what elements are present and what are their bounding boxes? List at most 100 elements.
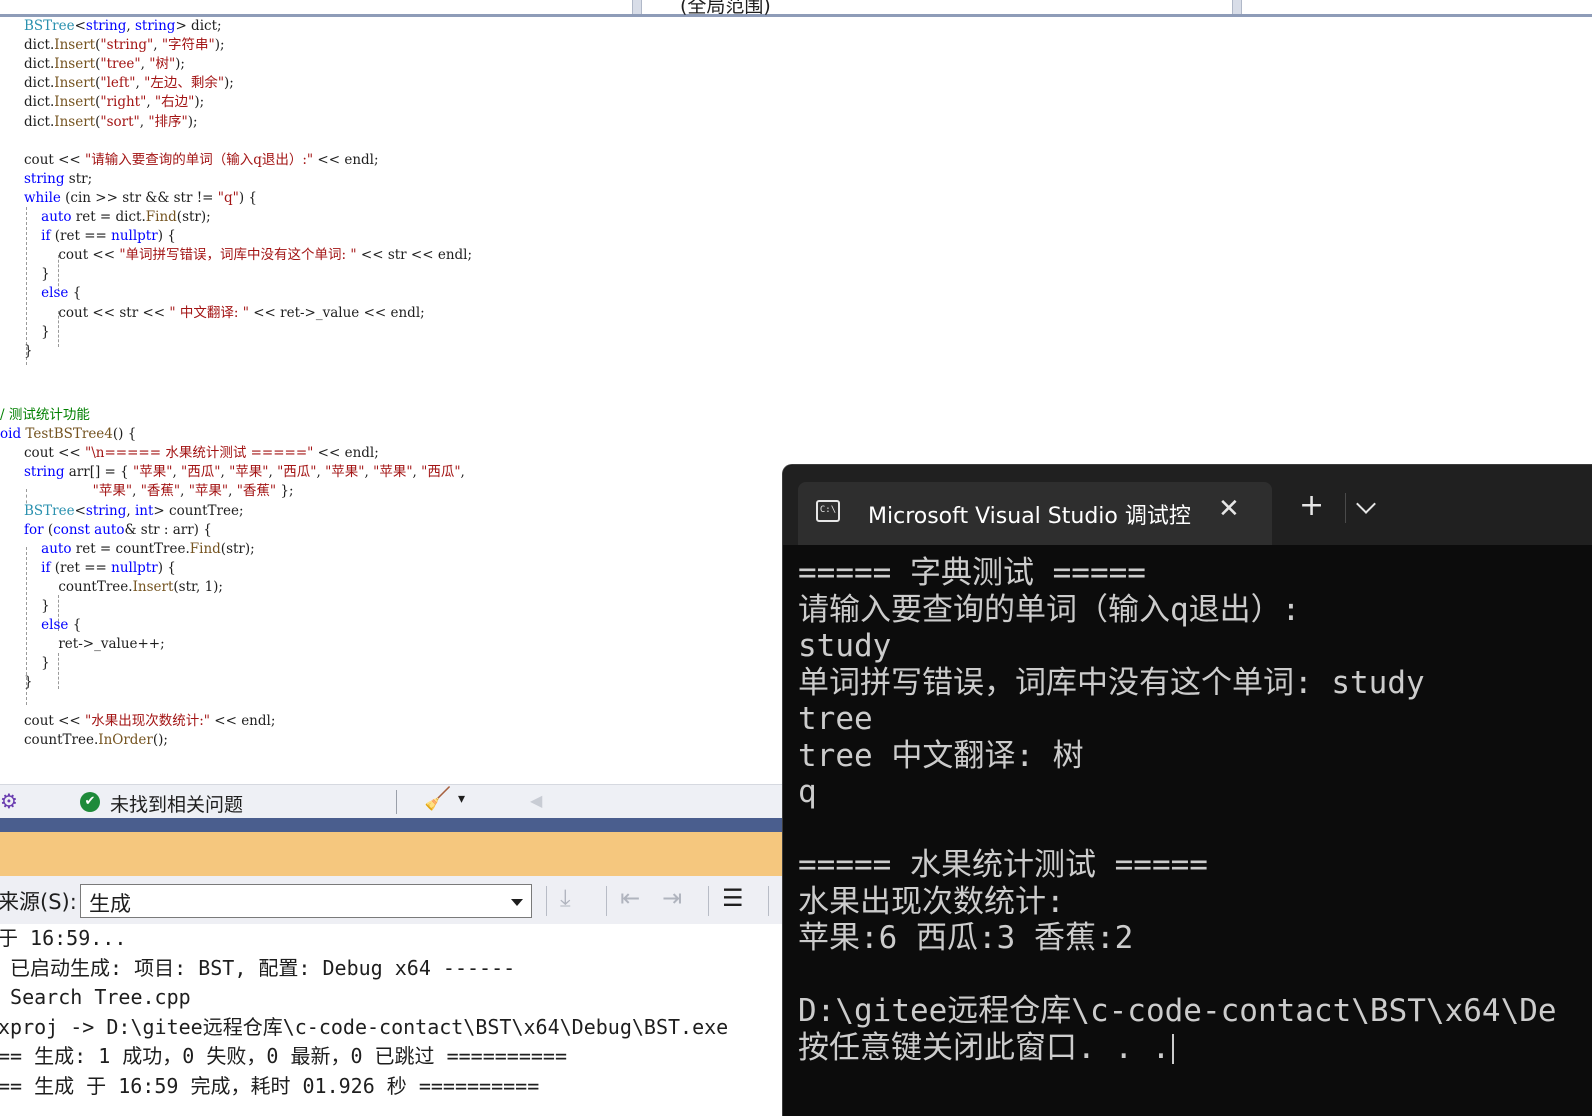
code-token: , xyxy=(135,75,145,92)
code-token: "字符串" xyxy=(161,37,215,54)
code-token: "right" xyxy=(100,94,147,111)
code-line: dict.Insert("sort", "排序"); xyxy=(24,113,198,132)
terminal-output[interactable]: ===== 字典测试 ===== 请输入要查询的单词（输入q退出）: study 单词… xyxy=(783,545,1592,1117)
issues-status[interactable]: 未找到相关问题 xyxy=(110,790,243,817)
code-token: , xyxy=(460,464,465,481)
code-line: else { xyxy=(24,284,81,303)
code-token: "苹果" xyxy=(188,483,229,500)
code-token: "香蕉" xyxy=(236,483,277,500)
code-token: << xyxy=(58,151,86,168)
code-line: } xyxy=(24,654,50,673)
close-icon[interactable]: ✕ xyxy=(1218,494,1240,524)
terminal-line: 单词拼写错误，词库中没有这个单词: study xyxy=(798,665,1425,701)
console-icon: C:\ xyxy=(816,500,840,522)
code-token: ); xyxy=(194,94,205,111)
code-token: ) { xyxy=(238,189,257,206)
code-line: countTree.Insert(str, 1); xyxy=(24,578,223,597)
code-line: dict.Insert("right", "右边"); xyxy=(24,93,204,112)
next-message-icon[interactable]: ⇥ xyxy=(662,884,682,912)
code-token: string xyxy=(24,170,65,187)
copilot-icon[interactable]: ⚙ xyxy=(0,789,18,813)
chevron-down-icon[interactable] xyxy=(1356,494,1376,514)
previous-message-icon[interactable]: ⇤ xyxy=(620,884,640,912)
code-line: cout << str << " 中文翻译: " << ret->_value … xyxy=(24,304,425,323)
debug-console-window[interactable]: C:\ Microsoft Visual Studio 调试控 ✕ + ====… xyxy=(782,464,1592,1116)
code-token: TestBSTree4 xyxy=(25,426,113,443)
code-token: ( xyxy=(43,521,54,538)
terminal-line: 水果出现次数统计: xyxy=(798,884,1065,920)
code-token: << endl; xyxy=(209,712,276,729)
output-source-select[interactable]: 生成 xyxy=(80,884,532,918)
code-token: BSTree xyxy=(24,18,75,34)
code-token: "苹果" xyxy=(229,464,269,481)
panel-divider xyxy=(0,818,792,832)
code-token: Insert xyxy=(54,37,96,54)
output-line: 于 16:59... xyxy=(0,926,127,950)
code-token: << ret->_value << endl; xyxy=(248,304,425,321)
new-tab-icon[interactable]: + xyxy=(1299,491,1324,521)
terminal-line-text: D:\gitee远程仓库\c-code-contact\BST\x64\De xyxy=(798,993,1557,1029)
code-token: ); xyxy=(214,37,225,54)
terminal-line-text: q xyxy=(798,774,817,810)
code-line: cout << "单词拼写错误，词库中没有这个单词: " << str << e… xyxy=(24,246,472,265)
code-token: (str); xyxy=(176,209,211,225)
code-token: ); xyxy=(187,113,198,130)
code-editor[interactable]: BSTree<string, string> dict; dict.Insert(… xyxy=(0,17,800,797)
code-line: cout << "请输入要查询的单词（输入q退出）:" << endl; xyxy=(24,151,379,170)
code-token: cout << xyxy=(24,445,86,462)
code-cleanup-icon[interactable]: 🧹 xyxy=(424,787,451,812)
terminal-tab[interactable]: C:\ Microsoft Visual Studio 调试控 ✕ xyxy=(798,482,1272,545)
code-line: cout << "\n===== 水果统计测试 =====" << endl; xyxy=(24,444,379,463)
code-token: dict. xyxy=(24,56,55,73)
status-divider xyxy=(396,790,397,814)
code-line: dict.Insert("left", "左边、剩余"); xyxy=(24,74,234,93)
indent-guide xyxy=(58,653,59,689)
code-token: ); xyxy=(175,56,185,73)
code-token: } xyxy=(24,266,50,283)
code-token: "\n===== 水果统计测试 =====" xyxy=(85,445,314,462)
output-text[interactable]: 于 16:59... 已启动生成: 项目: BST, 配置: Debug x64… xyxy=(0,924,792,1116)
clear-all-icon[interactable]: ☰ xyxy=(722,884,744,912)
code-line: } xyxy=(24,342,33,361)
code-token: auto xyxy=(41,209,72,225)
code-token: } xyxy=(24,655,50,672)
scope-dropdown[interactable]: (全局范围) xyxy=(680,0,771,18)
code-token: { xyxy=(68,285,82,302)
terminal-line: tree xyxy=(798,701,873,737)
code-token: "苹果" xyxy=(92,483,133,500)
chevron-down-icon[interactable]: ▾ xyxy=(458,791,465,807)
terminal-line-text: ===== 字典测试 ===== xyxy=(798,555,1146,591)
code-line: cout << "水果出现次数统计:" << endl; xyxy=(24,712,275,731)
toolbar-separator xyxy=(606,886,607,916)
code-token: , xyxy=(228,483,237,500)
code-line: while (cin >> str && str != "q") { xyxy=(24,189,257,208)
code-token: else xyxy=(41,285,69,302)
terminal-line: tree 中文翻译: 树 xyxy=(798,738,1084,774)
code-line: BSTree<string, string> dict; xyxy=(24,17,222,36)
terminal-title-bar: C:\ Microsoft Visual Studio 调试控 ✕ + xyxy=(783,465,1592,545)
editor-status-bar: ⚙ ✔ 未找到相关问题 🧹 ▾ ◀ xyxy=(0,784,792,819)
code-line: BSTree<string, int> countTree; xyxy=(24,502,244,521)
code-token: Insert xyxy=(54,113,96,130)
find-message-icon[interactable]: ⤓ xyxy=(560,884,571,912)
code-token: nullptr xyxy=(111,559,158,576)
terminal-line: q xyxy=(798,774,817,810)
code-line: countTree.InOrder(); xyxy=(24,731,168,750)
terminal-line: 苹果:6 西瓜:3 香蕉:2 xyxy=(798,920,1133,956)
code-token: , xyxy=(146,94,155,111)
code-token: , xyxy=(126,502,135,519)
terminal-tab-title: Microsoft Visual Studio 调试控 xyxy=(868,504,1191,529)
code-line: / 测试统计功能 xyxy=(0,406,90,425)
code-token: string xyxy=(24,464,65,481)
toolbar-separator xyxy=(708,886,709,916)
code-token: & str : arr) { xyxy=(124,521,212,538)
code-token: cout << str << xyxy=(24,304,170,321)
terminal-line-text: 按任意键关闭此窗口. . . xyxy=(798,1029,1171,1066)
code-token: int xyxy=(134,502,154,519)
terminal-line-text: 苹果:6 西瓜:3 香蕉:2 xyxy=(798,920,1134,956)
code-token: " 中文翻译: " xyxy=(169,304,249,321)
code-token: string xyxy=(85,18,127,34)
code-line: if (ret == nullptr) { xyxy=(24,227,176,246)
scroll-left-icon[interactable]: ◀ xyxy=(530,791,542,810)
